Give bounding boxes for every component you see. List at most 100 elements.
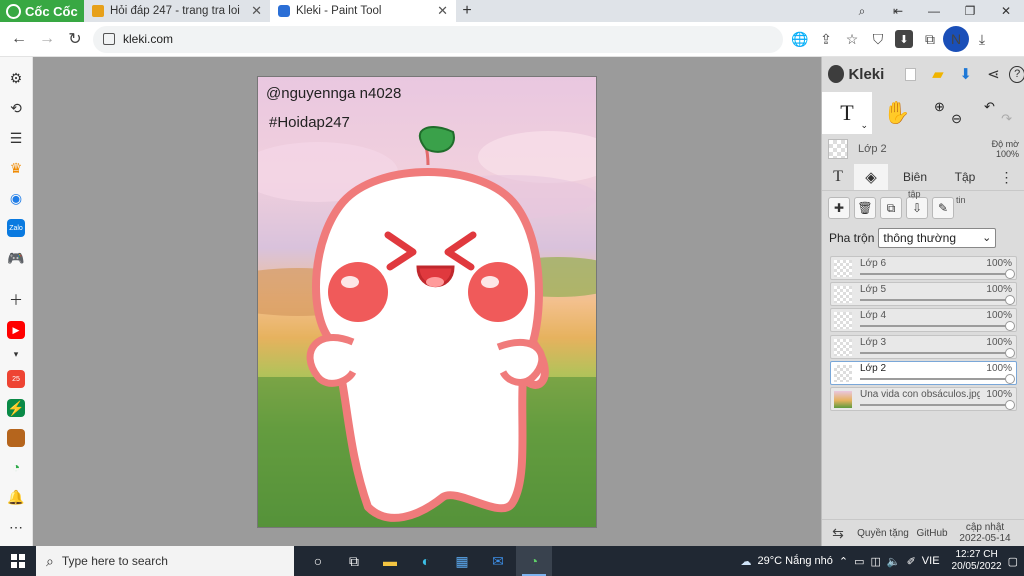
new-tab-button[interactable]: + xyxy=(456,0,478,22)
tray-display-icon[interactable]: ▭ xyxy=(854,555,864,568)
drawing-canvas-area[interactable]: @nguyennga n4028 #Hoidap247 xyxy=(33,57,821,546)
mail-icon[interactable]: ✉ xyxy=(480,546,516,576)
tab-hoidap[interactable]: Hỏi đáp 247 - trang tra loi ✕ xyxy=(84,0,270,22)
downloads-icon[interactable]: ⤓ xyxy=(969,26,995,52)
share-icon[interactable]: ⇪ xyxy=(813,26,839,52)
layer-row[interactable]: Lớp 2 100% xyxy=(830,360,1017,385)
settings-gear-icon[interactable]: ⚙ xyxy=(7,69,25,87)
layer-row[interactable]: Lớp 5 100% xyxy=(830,282,1017,307)
open-folder-icon[interactable]: ▰ xyxy=(926,62,950,86)
merge-layer-button[interactable]: ⇩ xyxy=(906,197,928,219)
undo-icon[interactable]: ↶ xyxy=(984,100,995,113)
duplicate-layer-button[interactable]: ⧉ xyxy=(880,197,902,219)
notification-center-icon[interactable]: ▢ xyxy=(1008,555,1018,568)
save-download-icon[interactable]: ⬇ xyxy=(954,62,978,86)
start-button[interactable] xyxy=(0,546,36,576)
redo-icon[interactable]: ↷ xyxy=(1001,112,1012,125)
coccoc-taskbar-icon[interactable]: ◔ xyxy=(516,546,552,576)
history-icon[interactable]: ⟲ xyxy=(7,99,25,117)
layer-opacity-slider[interactable] xyxy=(860,347,1015,358)
browser-brand-button[interactable]: Cốc Cốc xyxy=(0,0,84,22)
url-input[interactable]: kleki.com xyxy=(93,25,783,53)
pen-icon[interactable]: ✐ xyxy=(907,555,916,568)
cortana-icon[interactable]: ○ xyxy=(300,546,336,576)
zoom-out-icon[interactable]: ⊖ xyxy=(951,112,962,125)
store-icon[interactable]: ▦ xyxy=(444,546,480,576)
artboard[interactable]: @nguyennga n4028 #Hoidap247 xyxy=(257,76,597,528)
layer-opacity-slider[interactable] xyxy=(860,269,1015,279)
layer-opacity-slider[interactable] xyxy=(860,399,1015,410)
volume-icon[interactable]: 🔈 xyxy=(887,555,901,568)
back-forward-cache-icon[interactable]: ⇤ xyxy=(880,0,916,22)
panel-menu-button[interactable]: ⋮ xyxy=(988,164,1024,190)
delete-layer-button[interactable]: 🗑 xyxy=(854,197,876,219)
slider-knob[interactable] xyxy=(1005,399,1015,410)
close-tab-icon[interactable]: ✕ xyxy=(251,3,262,19)
reload-button[interactable]: ↻ xyxy=(61,25,89,53)
edge-icon[interactable]: ◐ xyxy=(408,546,444,576)
tray-network-icon[interactable]: ◫ xyxy=(870,555,880,568)
weather-text[interactable]: 29°C Nắng nhó xyxy=(758,555,833,567)
youtube-icon[interactable]: ▶ xyxy=(7,321,25,339)
slider-knob[interactable] xyxy=(1005,321,1015,332)
new-image-icon[interactable] xyxy=(898,62,922,86)
search-tabs-icon[interactable]: ⌕ xyxy=(844,0,880,22)
zalo-icon[interactable]: Zalo xyxy=(7,219,25,237)
crown-icon[interactable]: ♛ xyxy=(7,159,25,177)
text-tool-button[interactable]: T ⌄ xyxy=(822,92,872,134)
extensions-puzzle-icon[interactable]: ⧉ xyxy=(917,26,943,52)
add-shortcut-icon[interactable]: ＋ xyxy=(7,291,25,309)
notification-bell-icon[interactable]: 🔔 xyxy=(7,488,25,506)
layer-row[interactable]: Lớp 3 100% xyxy=(830,334,1017,359)
shield-icon[interactable]: ⛉ xyxy=(865,26,891,52)
hand-tool-button[interactable]: ✋ xyxy=(872,92,922,134)
share-icon[interactable]: ⋖ xyxy=(982,62,1006,86)
game-avatar-icon[interactable] xyxy=(7,429,25,447)
taskbar-search-input[interactable]: ⌕ Type here to search xyxy=(36,546,294,576)
restore-icon[interactable]: ❐ xyxy=(952,0,988,22)
layer-row[interactable]: Una vida con obsáculos.jpg 100% xyxy=(830,386,1017,411)
tab-file[interactable]: Tập xyxy=(942,164,988,190)
file-explorer-icon[interactable]: ▬ xyxy=(372,546,408,576)
rename-layer-button[interactable]: ✎ xyxy=(932,197,954,219)
messenger-icon[interactable]: ◉ xyxy=(7,189,25,207)
tray-chevron-up-icon[interactable]: ⌃ xyxy=(839,555,848,568)
slider-knob[interactable] xyxy=(1005,269,1015,279)
tab-layers[interactable]: ◈ xyxy=(854,164,888,190)
swap-icon[interactable]: ⇆ xyxy=(822,525,854,542)
taskbar-clock[interactable]: 12:27 CH 20/05/2022 xyxy=(952,549,1002,573)
profile-button[interactable]: N xyxy=(943,26,969,52)
language-indicator[interactable]: VIE xyxy=(922,555,940,567)
tab-kleki[interactable]: Kleki - Paint Tool ✕ xyxy=(270,0,456,22)
slider-knob[interactable] xyxy=(1005,295,1015,306)
shopping-sale-icon[interactable]: 25 xyxy=(7,370,25,388)
help-icon[interactable]: ? xyxy=(1009,65,1024,83)
changelog-link[interactable]: cập nhật 2022-05-14 xyxy=(952,522,1018,544)
more-options-icon[interactable]: ⋯ xyxy=(7,518,25,536)
close-window-icon[interactable]: ✕ xyxy=(988,0,1024,22)
close-tab-icon[interactable]: ✕ xyxy=(437,3,448,19)
github-link[interactable]: GitHub xyxy=(912,528,952,539)
expand-chevron-down-icon[interactable]: ▾ xyxy=(7,345,25,363)
privacy-link[interactable]: Quyền tặng xyxy=(854,528,912,539)
bookmark-star-icon[interactable]: ☆ xyxy=(839,26,865,52)
slider-knob[interactable] xyxy=(1005,347,1015,358)
coccoc-green-icon[interactable]: ◔ xyxy=(7,458,25,476)
add-layer-button[interactable]: ✚ xyxy=(828,197,850,219)
layer-opacity-slider[interactable] xyxy=(860,373,1015,384)
slider-knob[interactable] xyxy=(1005,373,1015,384)
reading-list-icon[interactable]: ☰ xyxy=(7,129,25,147)
tab-tool-settings[interactable]: T xyxy=(822,164,854,190)
layer-opacity-slider[interactable] xyxy=(860,321,1015,332)
back-button[interactable]: ← xyxy=(5,25,33,53)
layer-row[interactable]: Lớp 4 100% xyxy=(830,308,1017,333)
minimize-icon[interactable]: — xyxy=(916,0,952,22)
translate-icon[interactable]: 🌐 xyxy=(787,26,813,52)
forward-button[interactable]: → xyxy=(33,25,61,53)
flash-icon[interactable]: ⚡ xyxy=(7,399,25,417)
task-view-icon[interactable]: ⧉ xyxy=(336,546,372,576)
download-ext-icon[interactable]: ⬇ xyxy=(895,30,913,48)
layer-opacity-slider[interactable] xyxy=(860,295,1015,306)
blend-mode-select[interactable]: thông thường ⌄ xyxy=(878,228,997,248)
tab-edit[interactable]: Biên xyxy=(888,164,942,190)
